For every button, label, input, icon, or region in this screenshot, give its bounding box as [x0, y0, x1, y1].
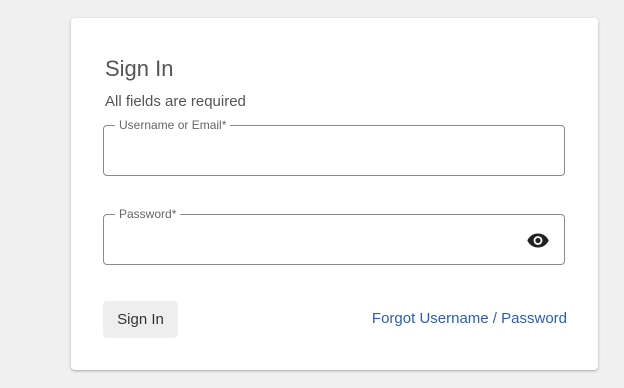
username-label: Username or Email* [115, 117, 231, 133]
password-field[interactable]: Password* [103, 206, 565, 265]
username-input[interactable] [118, 140, 514, 162]
forgot-credentials-link[interactable]: Forgot Username / Password [372, 310, 567, 328]
show-password-toggle[interactable] [526, 230, 550, 250]
password-label: Password* [115, 206, 181, 222]
required-fields-note: All fields are required [105, 93, 246, 110]
username-field[interactable]: Username or Email* [103, 117, 565, 176]
sign-in-card: Sign In All fields are required Username… [71, 18, 598, 370]
page-title: Sign In [105, 56, 174, 81]
sign-in-button[interactable]: Sign In [103, 301, 178, 338]
eye-icon [527, 233, 549, 247]
password-input[interactable] [118, 229, 514, 251]
